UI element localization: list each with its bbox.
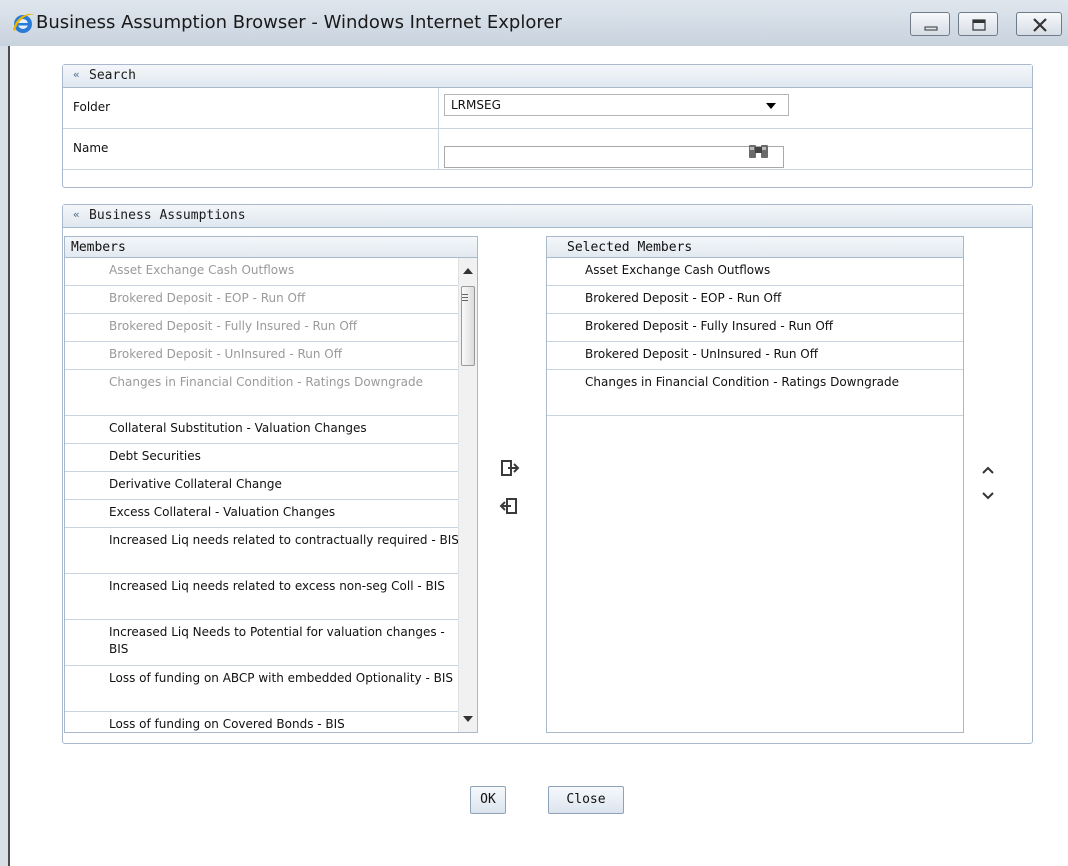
business-assumptions-header[interactable]: « Business Assumptions (63, 205, 1032, 228)
internet-explorer-icon (13, 13, 34, 33)
binoculars-search-icon[interactable] (746, 141, 772, 161)
selected-member-list-item[interactable]: Brokered Deposit - EOP - Run Off (547, 286, 963, 314)
members-header: Members (64, 236, 478, 258)
title-bar: Business Assumption Browser - Windows In… (0, 0, 1068, 47)
scrollbar-grip-icon (462, 294, 468, 295)
member-list-item[interactable]: Debt Securities (65, 444, 459, 472)
member-list-item[interactable]: Loss of funding on ABCP with embedded Op… (65, 666, 459, 712)
move-up-icon[interactable] (981, 464, 995, 476)
members-scrollbar[interactable] (458, 258, 477, 732)
chevron-down-icon (766, 103, 776, 109)
selected-member-list-item[interactable]: Asset Exchange Cash Outflows (547, 258, 963, 286)
member-list-item[interactable]: Increased Liq needs related to excess no… (65, 574, 459, 620)
scroll-up-icon[interactable] (463, 268, 473, 274)
member-list-item[interactable]: Brokered Deposit - EOP - Run Off (65, 286, 459, 314)
window-title: Business Assumption Browser - Windows In… (36, 12, 562, 33)
member-list-item[interactable]: Derivative Collateral Change (65, 472, 459, 500)
member-list-item[interactable]: Excess Collateral - Valuation Changes (65, 500, 459, 528)
close-window-button[interactable] (1016, 12, 1062, 36)
scrollbar-thumb[interactable] (461, 286, 475, 366)
ok-button[interactable]: OK (470, 786, 506, 814)
dialog-client-area: « Search Folder Name LRMSEG « Business A… (8, 46, 1068, 866)
search-panel-header[interactable]: « Search (63, 65, 1032, 88)
collapse-up-icon[interactable]: « (73, 208, 80, 221)
move-left-icon[interactable] (498, 497, 518, 515)
window-frame-left (0, 46, 8, 866)
selected-member-list-item[interactable]: Brokered Deposit - Fully Insured - Run O… (547, 314, 963, 342)
name-label: Name (73, 141, 109, 155)
move-right-icon[interactable] (500, 459, 520, 477)
collapse-up-icon[interactable]: « (73, 68, 80, 81)
minimize-icon (924, 26, 938, 31)
folder-select[interactable]: LRMSEG (444, 94, 789, 116)
members-list[interactable]: Loss of funding on Covered Bonds - BIS Lo… (64, 257, 478, 733)
search-panel: « Search Folder Name (62, 64, 1033, 188)
selected-member-list-item[interactable]: Brokered Deposit - UnInsured - Run Off (547, 342, 963, 370)
member-list-item[interactable]: Loss of funding on Covered Bonds - BIS (65, 712, 459, 732)
selected-members-header-label: Selected Members (567, 240, 693, 255)
member-list-item[interactable]: Increased Liq Needs to Potential for val… (65, 620, 459, 666)
restore-icon (972, 19, 986, 31)
name-search-input[interactable] (444, 146, 784, 168)
member-list-item[interactable]: Brokered Deposit - UnInsured - Run Off (65, 342, 459, 370)
selected-members-header: Selected Members (546, 236, 964, 258)
scroll-down-icon[interactable] (463, 716, 473, 722)
close-button[interactable]: Close (548, 786, 624, 814)
restore-button[interactable] (958, 12, 998, 36)
member-list-item[interactable]: Asset Exchange Cash Outflows (65, 258, 459, 286)
business-assumptions-title: Business Assumptions (89, 208, 246, 223)
member-list-item[interactable]: Brokered Deposit - Fully Insured - Run O… (65, 314, 459, 342)
member-list-item[interactable]: Increased Liq needs related to contractu… (65, 528, 459, 574)
member-list-item[interactable]: Collateral Substitution - Valuation Chan… (65, 416, 459, 444)
search-panel-title: Search (89, 68, 136, 83)
close-icon (1033, 18, 1047, 32)
folder-label: Folder (73, 100, 111, 114)
members-header-label: Members (71, 240, 126, 255)
selected-members-list[interactable]: Asset Exchange Cash Outflows Brokered Dep… (546, 257, 964, 733)
move-down-icon[interactable] (981, 490, 995, 502)
folder-select-value: LRMSEG (451, 98, 501, 112)
minimize-button[interactable] (910, 12, 950, 36)
member-list-item[interactable]: Changes in Financial Condition - Ratings… (65, 370, 459, 416)
selected-member-list-item[interactable]: Changes in Financial Condition - Ratings… (547, 370, 963, 416)
